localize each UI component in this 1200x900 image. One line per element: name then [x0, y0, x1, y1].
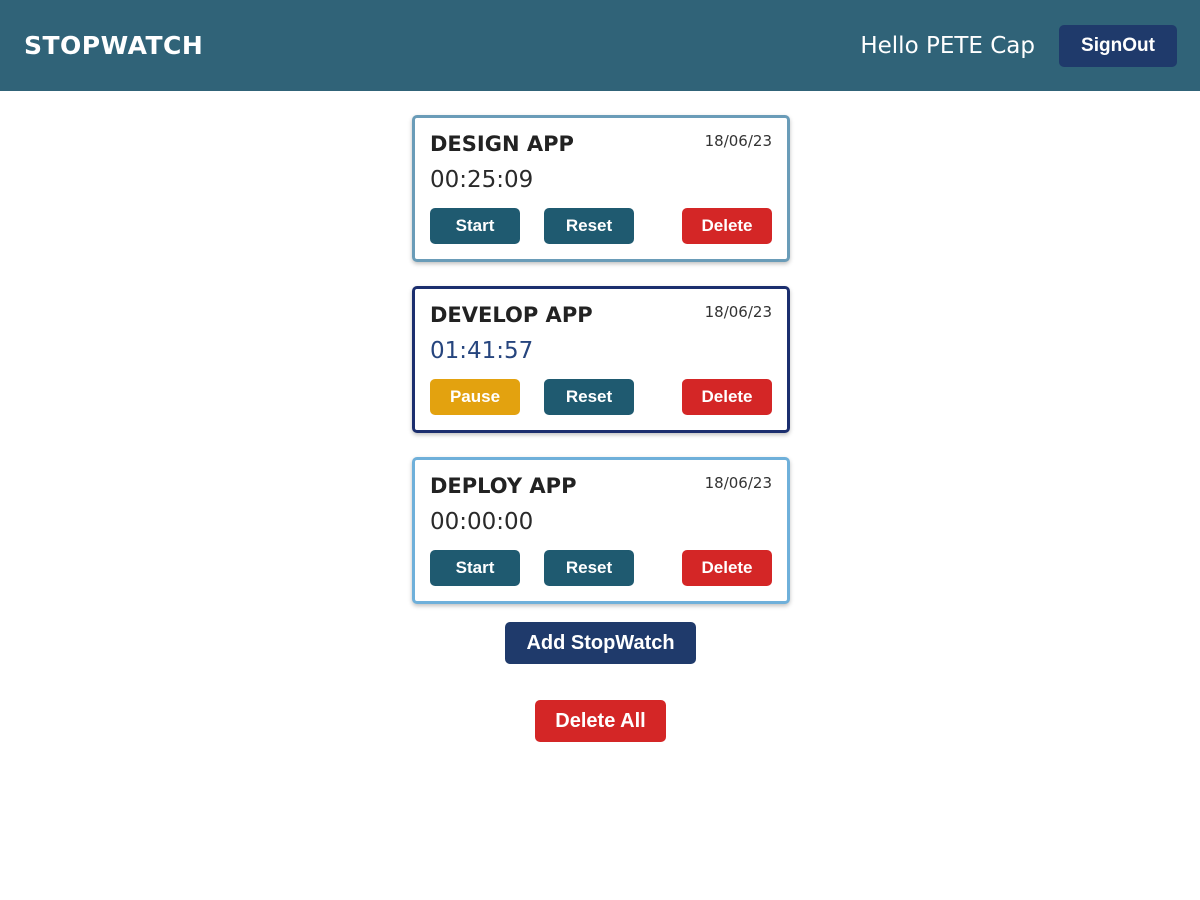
stopwatch-date: 18/06/23 [704, 303, 772, 321]
reset-button[interactable]: Reset [544, 550, 634, 586]
stopwatch-title: DEVELOP APP [430, 303, 593, 327]
stopwatch-time: 00:00:00 [430, 509, 534, 535]
stopwatch-date: 18/06/23 [704, 474, 772, 492]
reset-button[interactable]: Reset [544, 379, 634, 415]
delete-button[interactable]: Delete [682, 550, 772, 586]
app-brand: STOPWATCH [24, 31, 204, 60]
app-header: STOPWATCH Hello PETE Cap SignOut [0, 0, 1200, 91]
stopwatch-card-develop-app: DEVELOP APP 18/06/23 01:41:57 Pause Rese… [412, 286, 790, 433]
stopwatch-title: DESIGN APP [430, 132, 574, 156]
stopwatch-date: 18/06/23 [704, 132, 772, 150]
delete-button[interactable]: Delete [682, 379, 772, 415]
add-stopwatch-button[interactable]: Add StopWatch [505, 622, 696, 664]
start-button[interactable]: Start [430, 550, 520, 586]
user-greeting: Hello PETE Cap [860, 32, 1035, 59]
stopwatch-card-deploy-app: DEPLOY APP 18/06/23 00:00:00 Start Reset… [412, 457, 790, 604]
stopwatch-card-design-app: DESIGN APP 18/06/23 00:25:09 Start Reset… [412, 115, 790, 262]
stopwatch-time: 01:41:57 [430, 338, 534, 364]
reset-button[interactable]: Reset [544, 208, 634, 244]
delete-button[interactable]: Delete [682, 208, 772, 244]
start-button[interactable]: Start [430, 208, 520, 244]
header-user-area: Hello PETE Cap SignOut [860, 24, 1177, 67]
pause-button[interactable]: Pause [430, 379, 520, 415]
stopwatch-title: DEPLOY APP [430, 474, 577, 498]
signout-button[interactable]: SignOut [1059, 24, 1177, 67]
delete-all-button[interactable]: Delete All [535, 700, 666, 742]
stopwatch-time: 00:25:09 [430, 167, 534, 193]
